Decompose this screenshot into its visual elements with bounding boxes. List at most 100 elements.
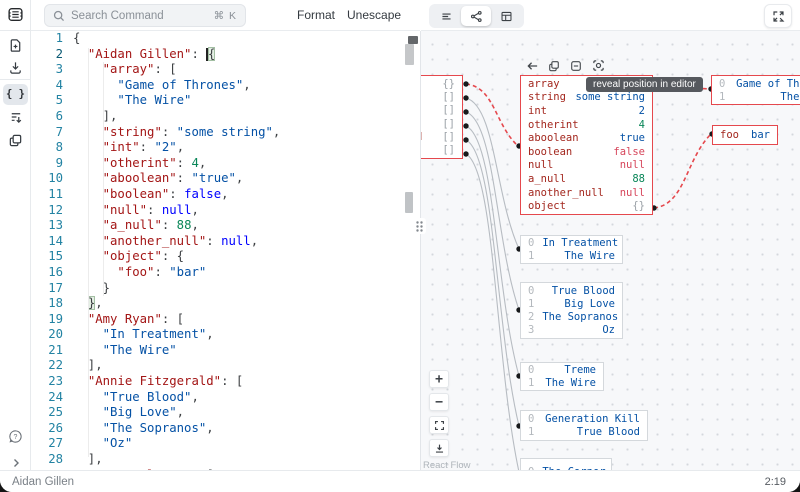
editor-line: 17 }: [31, 281, 420, 297]
line-number: 22: [31, 358, 63, 374]
graph-node-aidan[interactable]: array[]stringsome stringint2otherint4abo…: [520, 75, 653, 215]
editor-line: 8 "int": "2",: [31, 140, 420, 156]
code-text: "Oz": [73, 436, 132, 452]
code-text: "Annie Fitzgerald": [: [73, 374, 243, 390]
help-icon[interactable]: ?: [0, 426, 31, 446]
fit-view-button[interactable]: [429, 416, 449, 434]
editor-line: 9 "otherint": 4,: [31, 156, 420, 172]
node-value: {}: [624, 200, 645, 212]
unescape-button[interactable]: Unescape: [347, 0, 401, 31]
new-document-icon[interactable]: [0, 35, 31, 55]
editor-line: 11 "boolean": false,: [31, 187, 420, 203]
list-view-button[interactable]: [431, 6, 461, 26]
graph-node-alex[interactable]: 0Generation Kill1True Blood: [520, 410, 648, 441]
graph-node-root[interactable]: {}[][][]rd[][]: [421, 75, 463, 159]
panel-resize-grip[interactable]: [412, 218, 426, 234]
node-value: True Blood: [544, 285, 615, 297]
code-text: "string": "some string",: [73, 125, 280, 141]
graph-edge: [466, 126, 519, 376]
line-number: 26: [31, 421, 63, 437]
editor-braces-icon[interactable]: { }: [0, 84, 31, 104]
search-command-input[interactable]: Search Command ⌘ K: [44, 4, 246, 27]
line-number: 12: [31, 203, 63, 219]
node-row: {}: [421, 77, 462, 90]
node-row: a_null88: [521, 172, 652, 186]
graph-node-amy[interactable]: 0In Treatment1The Wire: [520, 235, 623, 264]
node-row: 0In Treatment: [521, 237, 622, 250]
transform-icon[interactable]: [0, 107, 31, 127]
graph-canvas[interactable]: {}[][][]rd[][] array[]stringsome stringin…: [421, 31, 800, 470]
node-value: Oz: [594, 324, 615, 336]
line-number: 9: [31, 156, 63, 172]
node-value: 4: [631, 119, 645, 131]
format-button[interactable]: Format: [297, 0, 335, 31]
code-text: }: [73, 281, 110, 297]
array-index: 1: [528, 298, 534, 310]
line-number: 6: [31, 109, 63, 125]
compare-copy-icon[interactable]: [0, 130, 31, 150]
node-value: []: [434, 104, 455, 116]
edge-handle-dot: [463, 137, 468, 142]
copy-node-icon[interactable]: [547, 59, 561, 72]
code-text: "int": "2",: [73, 140, 184, 156]
node-key: string: [528, 91, 566, 103]
focus-node-icon[interactable]: [591, 59, 605, 72]
node-row: []: [421, 90, 462, 103]
array-index: 0: [528, 413, 534, 425]
editor-line: 10 "aboolean": "true",: [31, 171, 420, 187]
graph-node-got[interactable]: 0Game of Thrones1The Wire: [711, 75, 800, 105]
app-logo-icon[interactable]: [0, 4, 31, 24]
graph-view-button[interactable]: [461, 6, 491, 26]
zoom-in-button[interactable]: +: [429, 370, 449, 388]
zoom-out-button[interactable]: −: [429, 393, 449, 411]
editor-line: 6 ],: [31, 109, 420, 125]
editor-line: 5 "The Wire": [31, 93, 420, 109]
download-image-button[interactable]: [429, 439, 449, 457]
fullscreen-button[interactable]: [764, 4, 792, 28]
node-row: nullnull: [521, 159, 652, 173]
node-value: 88: [624, 173, 645, 185]
code-text: "boolean": false,: [73, 187, 229, 203]
graph-node-clarke[interactable]: 0The Corner: [520, 458, 612, 470]
edge-handle-dot: [463, 151, 468, 156]
node-value: []: [434, 118, 455, 130]
line-number: 17: [31, 281, 63, 297]
node-value: true: [612, 132, 645, 144]
search-placeholder: Search Command: [71, 10, 208, 22]
node-value: In Treatment: [534, 237, 618, 249]
graph-edge: [466, 84, 518, 146]
code-text: "The Sopranos",: [73, 421, 214, 437]
graph-node-anwan[interactable]: 0Treme1The Wire: [520, 362, 604, 391]
editor-line: 16 "foo": "bar": [31, 265, 420, 281]
edge-handle-dot: [463, 109, 468, 114]
view-toolbar: [421, 0, 800, 31]
table-view-button[interactable]: [491, 6, 521, 26]
editor-line: 26 "The Sopranos",: [31, 421, 420, 437]
scrollbar-thumb[interactable]: [405, 44, 414, 65]
editor-line: 1{: [31, 31, 420, 47]
collapse-node-icon[interactable]: [569, 59, 583, 72]
import-download-icon[interactable]: [0, 57, 31, 77]
node-row: 1 Big Love: [521, 297, 622, 310]
node-row: rd[]: [421, 130, 462, 143]
code-text: ],: [73, 109, 117, 125]
code-text: "object": {: [73, 249, 184, 265]
search-shortcut: ⌘ K: [214, 10, 237, 22]
collapse-to-parent-icon[interactable]: [525, 59, 539, 72]
line-number: 23: [31, 374, 63, 390]
node-key: aboolean: [528, 132, 579, 144]
editor-line: 20 "In Treatment",: [31, 327, 420, 343]
node-row: 3Oz: [521, 324, 622, 337]
scrollbar-decoration: [405, 192, 413, 213]
node-value: Big Love: [556, 298, 615, 310]
node-row: otherint4: [521, 118, 652, 132]
node-row: 2The Sopranos: [521, 311, 622, 324]
line-number: 14: [31, 234, 63, 250]
graph-node-foo[interactable]: foobar: [712, 125, 778, 145]
graph-node-annie[interactable]: 0True Blood1Big Love2The Sopranos3Oz: [520, 282, 623, 339]
node-row: 1The Wire: [521, 377, 603, 390]
sidebar-divider: [0, 79, 30, 80]
json-code-editor[interactable]: 1{2 "Aidan Gillen": {3 "array": [4 "Game…: [31, 31, 420, 470]
cursor-position: 2:19: [765, 476, 786, 488]
react-flow-attribution: React Flow: [423, 460, 471, 470]
